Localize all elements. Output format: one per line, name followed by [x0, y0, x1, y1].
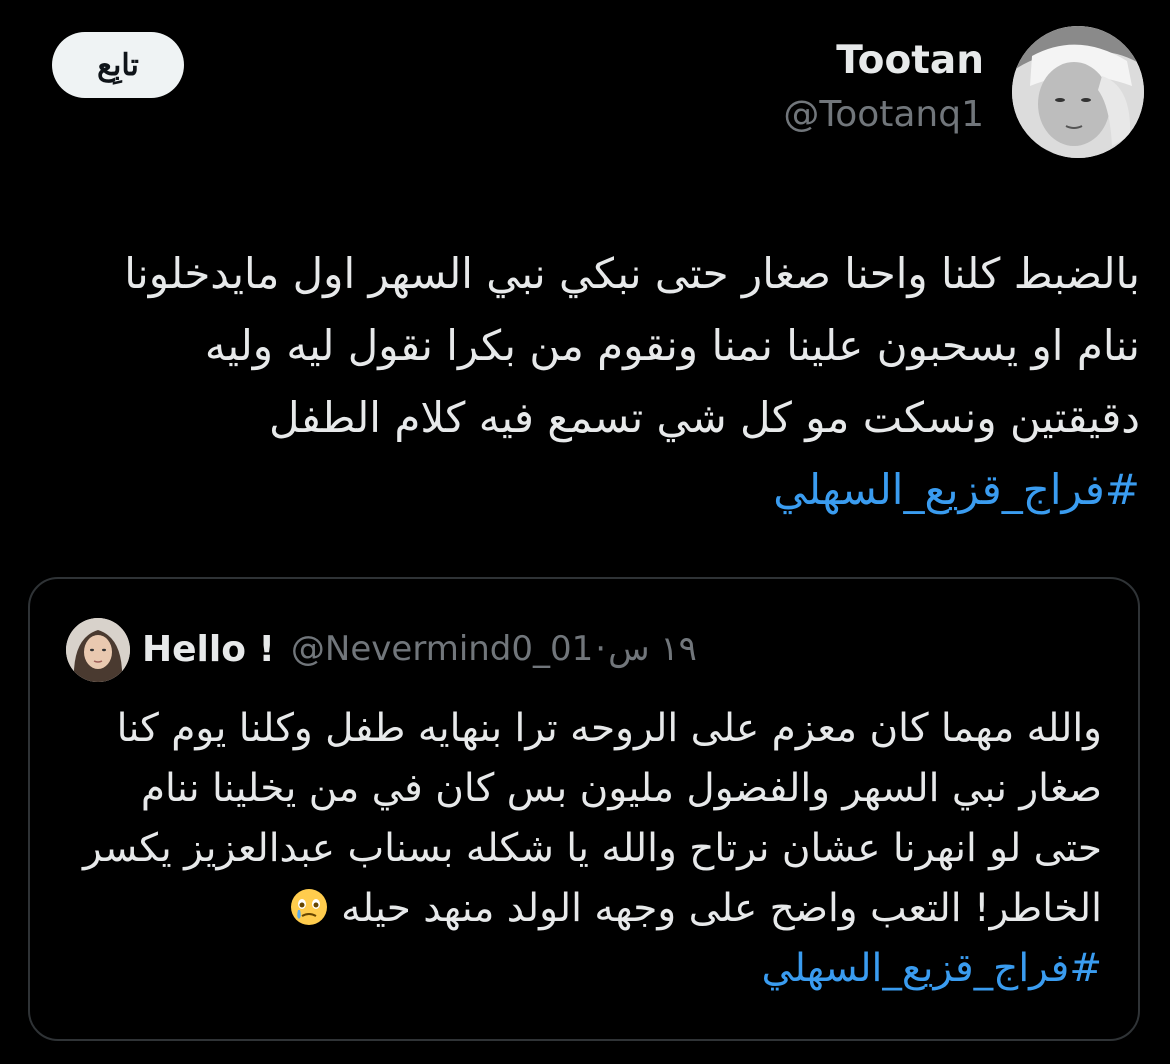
follow-button[interactable]: تابِع [52, 32, 184, 98]
quoted-meta: Hello ! @Nevermind0_01 · ١٩ س [142, 625, 697, 673]
tweet-text-line: بالضبط كلنا واحنا صغار حتى نبكي نبي السه… [124, 249, 1140, 298]
meta-separator: · [595, 629, 607, 669]
author-handle[interactable]: @Tootanq1 [783, 94, 984, 135]
tweet-text-line: دقيقتين ونسكت مو كل شي تسمع فيه كلام الط… [269, 393, 1140, 442]
tweet-text: بالضبط كلنا واحنا صغار حتى نبكي نبي السه… [20, 238, 1140, 526]
avatar-photo-icon [66, 618, 130, 682]
quoted-text-line: الخاطر! التعب واضح على وجهه الولد منهد ح… [341, 886, 1102, 931]
face-holding-back-tears-icon [290, 889, 327, 925]
quoted-text-line: حتى لو انهرنا عشان نرتاح والله يا شكله ب… [83, 826, 1102, 871]
quoted-text-line: صغار نبي السهر والفضول مليون بس كان في م… [140, 766, 1102, 811]
avatar-photo-icon [1012, 26, 1144, 158]
quoted-text-line-last: الخاطر! التعب واضح على وجهه الولد منهد ح… [62, 879, 1102, 939]
tweet: Tootan @Tootanq1 تابِع بالضبط كلنا واحنا… [0, 0, 1170, 1064]
quoted-author-name[interactable]: Hello ! [142, 629, 275, 670]
tweet-hashtag[interactable]: #فراج_قزيع_السهلي [20, 454, 1140, 526]
quoted-timestamp[interactable]: ١٩ س [608, 629, 697, 669]
tweet-text-line: ننام او يسحبون علينا نمنا ونقوم من بكرا … [204, 321, 1140, 370]
quoted-author-handle[interactable]: @Nevermind0_01 [291, 629, 593, 669]
quoted-text-line: والله مهما كان معزم على الروحه ترا بنهاي… [116, 706, 1102, 751]
author-avatar[interactable] [1012, 26, 1144, 158]
quoted-hashtag[interactable]: #فراج_قزيع_السهلي [62, 939, 1102, 999]
quoted-text: والله مهما كان معزم على الروحه ترا بنهاي… [62, 699, 1102, 999]
quoted-tweet[interactable]: Hello ! @Nevermind0_01 · ١٩ س والله مهما… [28, 577, 1140, 1041]
quoted-author-avatar[interactable] [66, 618, 130, 682]
author-name[interactable]: Tootan [836, 38, 984, 83]
